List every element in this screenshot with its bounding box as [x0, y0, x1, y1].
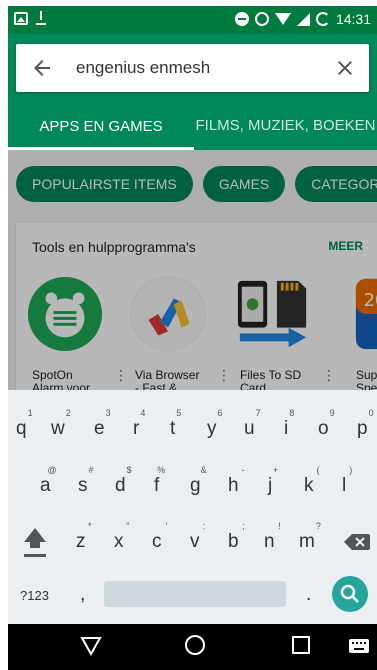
soft-keyboard: q1 w2 e3 r4 t5 y6 u7 i8 o9 p0 a @ s # d $ f… — [8, 390, 377, 624]
nav-recents-icon[interactable] — [290, 634, 312, 656]
key-a[interactable]: a @ — [40, 465, 57, 497]
key-u[interactable]: u7 — [244, 408, 261, 440]
key-i[interactable]: i8 — [284, 408, 294, 440]
search-box[interactable]: engenius enmesh — [16, 44, 369, 92]
key-period[interactable]: . — [306, 584, 311, 606]
do-not-disturb-icon — [234, 12, 249, 26]
key-y[interactable]: y6 — [207, 408, 223, 440]
key-v[interactable]: v: — [190, 521, 206, 553]
keyboard-scrim — [8, 150, 377, 394]
battery-icon — [315, 12, 330, 26]
device-screen: 14:31 engenius enmesh APPS EN GAMES FILM… — [8, 6, 377, 670]
spacebar[interactable] — [104, 581, 286, 607]
key-z[interactable]: z * — [76, 521, 92, 553]
back-arrow-icon[interactable] — [30, 56, 54, 80]
key-x[interactable]: x " — [114, 521, 130, 553]
key-p[interactable]: p0 — [357, 408, 374, 440]
key-q[interactable]: q1 — [16, 408, 33, 440]
key-c[interactable]: c ' — [152, 521, 168, 553]
key-w[interactable]: w2 — [51, 408, 71, 440]
image-notification-icon — [14, 11, 28, 25]
key-d[interactable]: d $ — [115, 465, 132, 497]
key-g[interactable]: g & — [190, 465, 207, 497]
key-r[interactable]: r4 — [133, 408, 145, 440]
category-tabs: APPS EN GAMES FILMS, MUZIEK, BOEKEN — [8, 102, 377, 150]
key-m[interactable]: m? — [299, 521, 321, 553]
key-h[interactable]: h- — [228, 465, 245, 497]
backspace-icon[interactable] — [344, 532, 370, 552]
keyboard-switch-icon[interactable] — [348, 638, 370, 654]
key-o[interactable]: o9 — [318, 408, 335, 440]
system-nav-bar — [8, 624, 377, 670]
key-k[interactable]: k( — [304, 465, 320, 497]
status-time: 14:31 — [335, 11, 371, 27]
key-t[interactable]: t5 — [170, 408, 181, 440]
key-s[interactable]: s # — [78, 465, 94, 497]
wifi-icon — [274, 13, 291, 25]
key-b[interactable]: b; — [228, 521, 245, 553]
key-comma[interactable]: , — [80, 584, 85, 606]
app-bar: engenius enmesh APPS EN GAMES FILMS, MUZ… — [8, 34, 377, 150]
nav-back-icon[interactable] — [80, 634, 102, 656]
tab-apps-en-games[interactable]: APPS EN GAMES — [8, 102, 194, 150]
cell-signal-icon — [296, 12, 310, 26]
key-l[interactable]: l) — [342, 465, 352, 497]
shift-key-icon[interactable] — [22, 526, 48, 560]
search-input[interactable]: engenius enmesh — [76, 58, 210, 78]
tab-films-muziek-boeken[interactable]: FILMS, MUZIEK, BOEKEN — [194, 102, 377, 150]
symbols-key[interactable]: ?123 — [20, 588, 49, 603]
nav-home-icon[interactable] — [184, 634, 206, 656]
key-j[interactable]: j + — [268, 465, 278, 497]
search-icon — [340, 584, 359, 603]
key-e[interactable]: e3 — [94, 408, 111, 440]
clear-search-icon[interactable] — [333, 56, 357, 80]
key-n[interactable]: n! — [264, 521, 281, 553]
status-bar: 14:31 — [8, 6, 377, 34]
alarm-icon — [254, 12, 269, 26]
key-f[interactable]: f% — [154, 465, 165, 497]
download-notification-icon — [36, 11, 46, 25]
search-go-button[interactable] — [332, 576, 368, 612]
